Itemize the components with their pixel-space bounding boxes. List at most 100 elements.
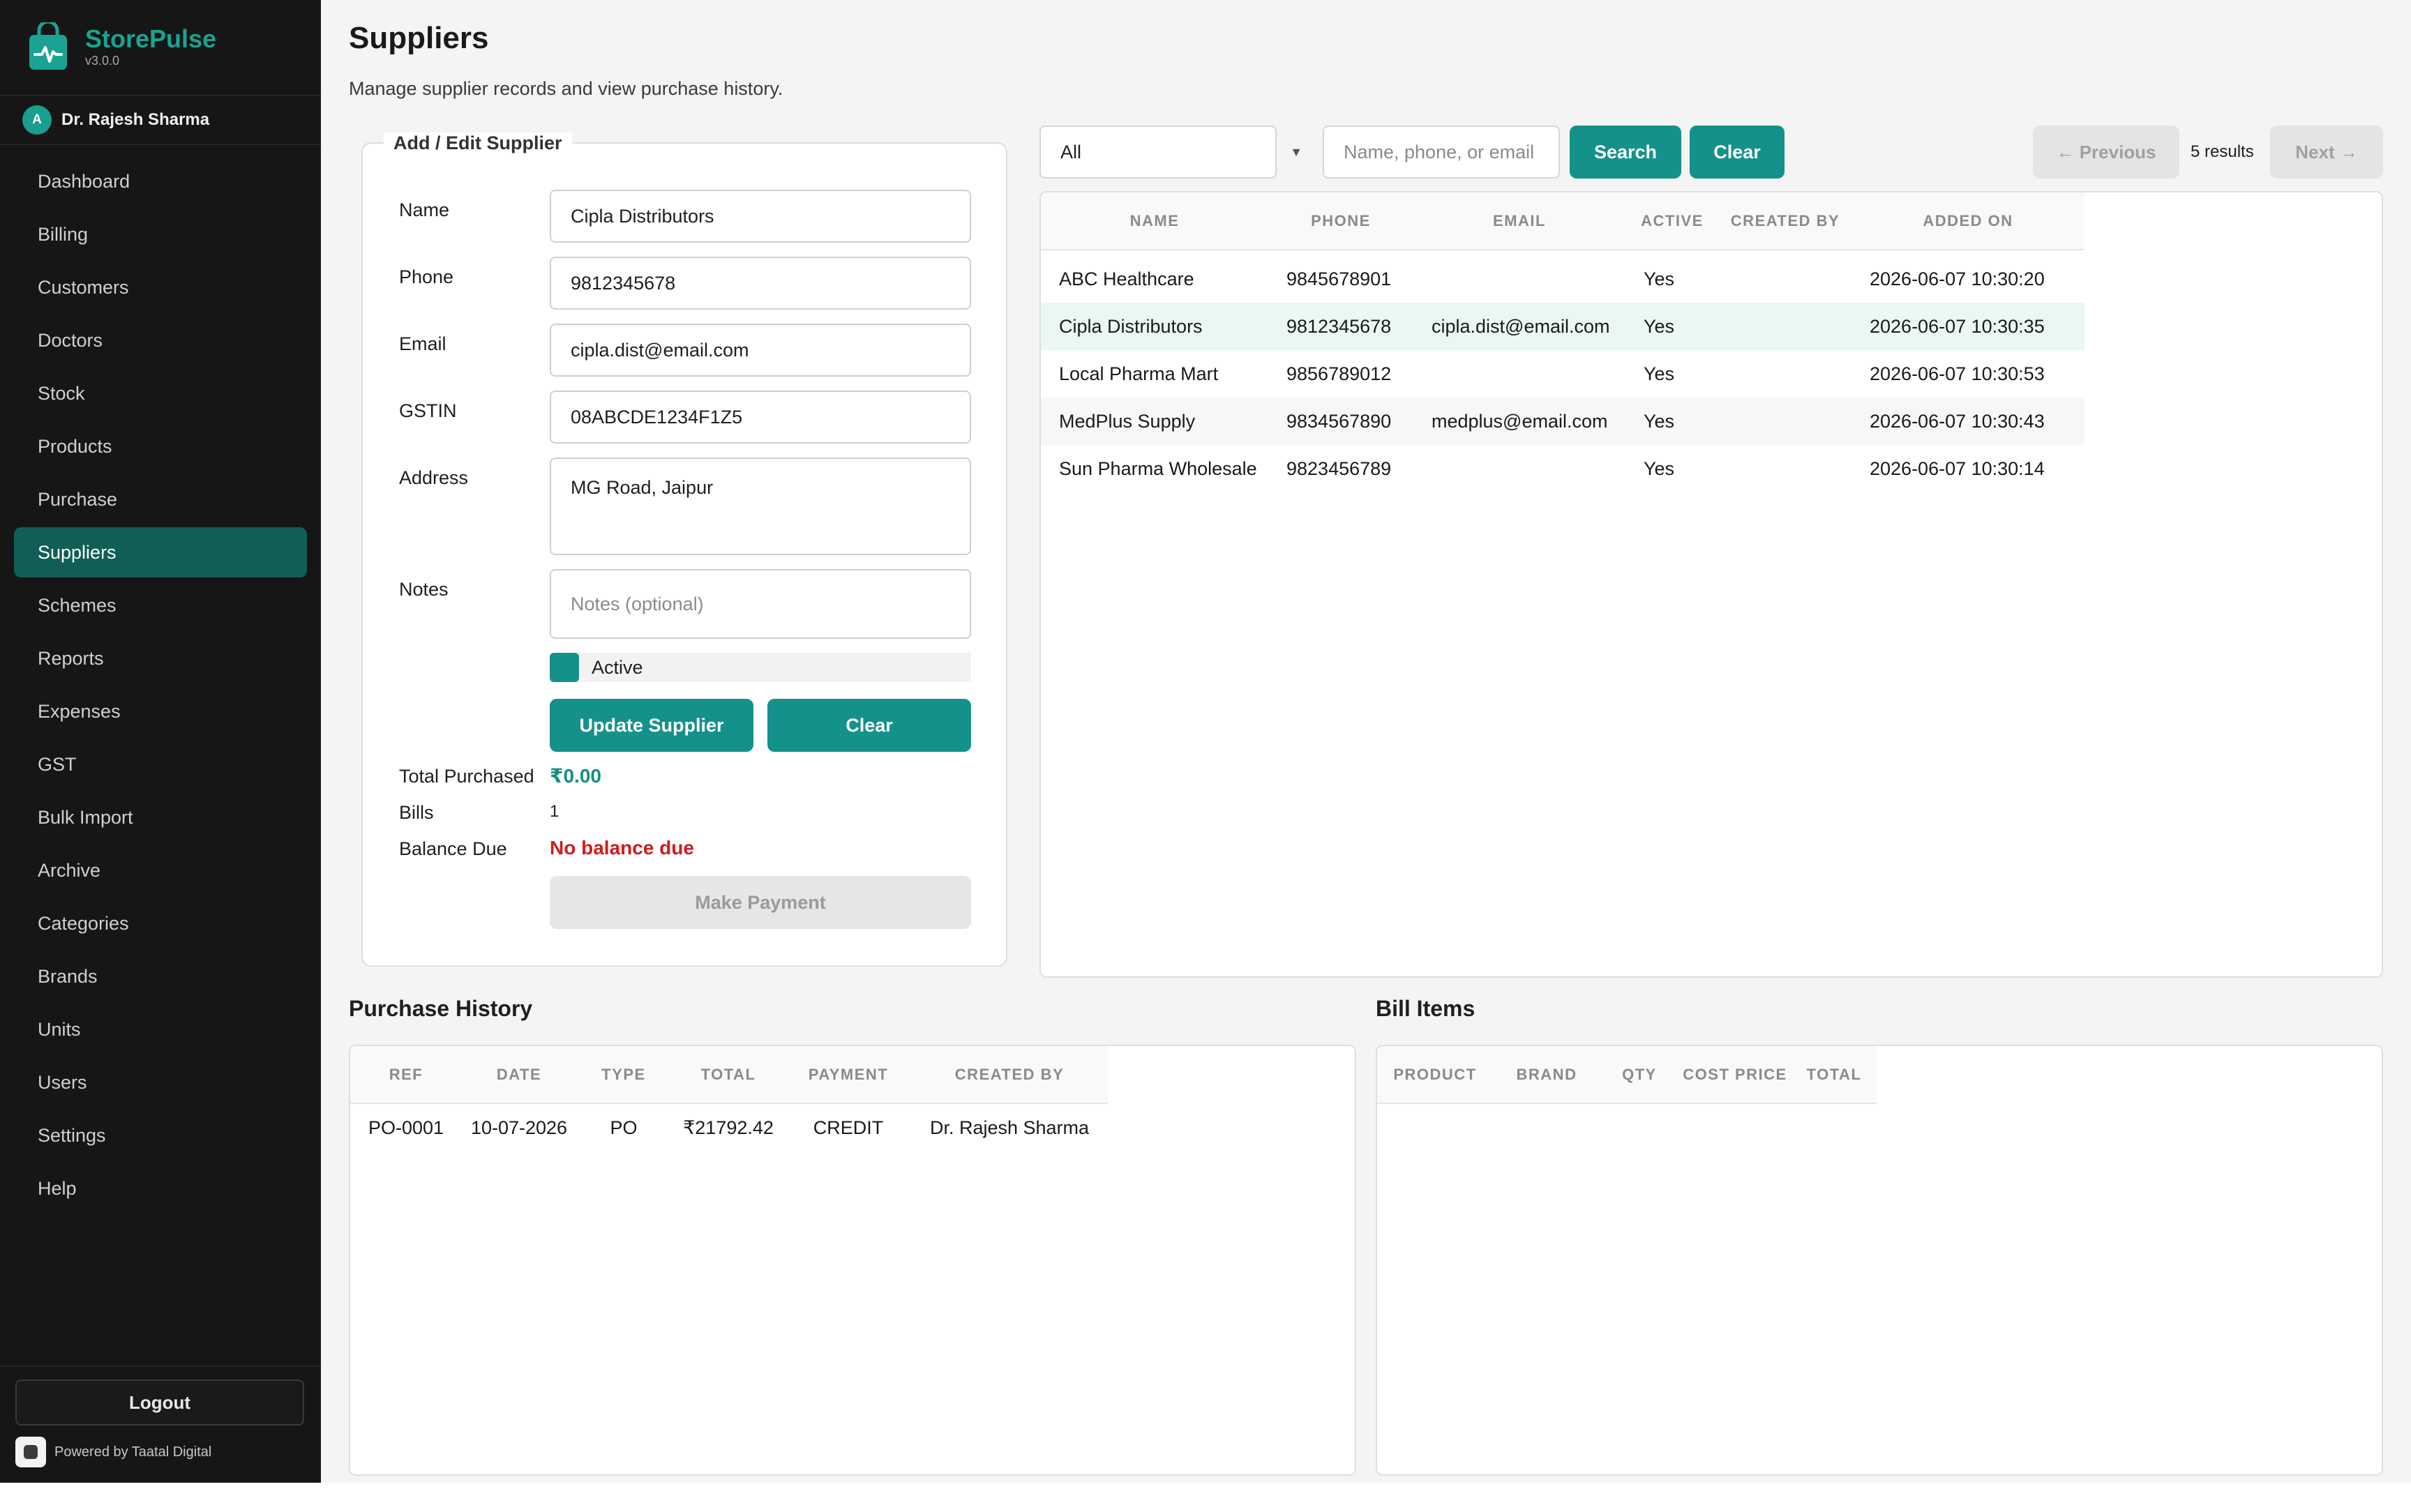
sidebar-item-products[interactable]: Products — [14, 421, 307, 471]
column-header-ref[interactable]: REF — [350, 1046, 462, 1104]
logout-button[interactable]: Logout — [15, 1379, 304, 1426]
column-header-added-on[interactable]: ADDED ON — [1852, 192, 2085, 250]
gstin-field[interactable]: 08ABCDE1234F1Z5 — [550, 391, 971, 444]
column-header-phone[interactable]: PHONE — [1268, 192, 1413, 250]
search-input[interactable]: Name, phone, or email — [1323, 126, 1560, 179]
column-header-payment[interactable]: PAYMENT — [786, 1046, 911, 1104]
column-header-total[interactable]: TOTAL — [671, 1046, 786, 1104]
supplier-email — [1413, 350, 1625, 398]
supplier-added-on: 2026-06-07 10:30:35 — [1852, 303, 2085, 350]
supplier-added-on: 2026-06-07 10:30:14 — [1870, 458, 2045, 479]
user-profile[interactable]: A Dr. Rajesh Sharma — [0, 95, 321, 145]
brand: StorePulse v3.0.0 — [28, 21, 216, 73]
supplier-email: cipla.dist@email.com — [1413, 303, 1625, 350]
clear-form-button[interactable]: Clear — [767, 699, 971, 752]
supplier-active: Yes — [1644, 268, 1675, 289]
table-row[interactable]: Sun Pharma Wholesale 9823456789 Yes 2026… — [1041, 445, 2085, 492]
name-field[interactable]: Cipla Distributors — [550, 190, 971, 243]
result-count: 5 results — [2191, 142, 2254, 161]
table-row-selected[interactable]: Cipla Distributors 9812345678 cipla.dist… — [1041, 303, 2085, 350]
column-header-type[interactable]: TYPE — [576, 1046, 671, 1104]
main-content: Suppliers Manage supplier records and vi… — [321, 0, 2411, 1483]
table-row[interactable]: MedPlus Supply 9834567890 medplus@email.… — [1041, 398, 2085, 445]
column-header-product[interactable]: PRODUCT — [1377, 1046, 1493, 1104]
sidebar-item-units[interactable]: Units — [14, 1004, 307, 1054]
supplier-form: Add / Edit Supplier Name Cipla Distribut… — [361, 133, 1007, 967]
active-toggle[interactable]: Active — [550, 653, 971, 682]
supplier-added-on: 2026-06-07 10:30:20 — [1870, 268, 2045, 289]
sidebar-item-categories[interactable]: Categories — [14, 898, 307, 948]
table-row[interactable]: PO-0001 10-07-2026 PO ₹21792.42 CREDIT D… — [350, 1103, 1108, 1152]
supplier-active: Yes — [1644, 363, 1675, 384]
column-header-created-by[interactable]: CREATED BY — [911, 1046, 1108, 1104]
bill-items-title: Bill Items — [1376, 996, 1475, 1021]
purchase-created-by: Dr. Rajesh Sharma — [929, 1117, 1090, 1138]
sidebar-item-settings[interactable]: Settings — [14, 1110, 307, 1161]
supplier-phone: 9845678901 — [1286, 268, 1392, 289]
shopping-bag-pulse-icon — [29, 22, 67, 70]
supplier-phone: 9834567890 — [1268, 398, 1413, 445]
supplier-name: Sun Pharma Wholesale — [1059, 458, 1257, 479]
table-row[interactable]: ABC Healthcare 9845678901 Yes 2026-06-07… — [1041, 255, 2085, 303]
supplier-phone: 9812345678 — [1268, 303, 1413, 350]
sidebar-item-stock[interactable]: Stock — [14, 368, 307, 418]
sidebar-item-users[interactable]: Users — [14, 1057, 307, 1107]
balance-due-value: No balance due — [550, 837, 694, 859]
sidebar-item-archive[interactable]: Archive — [14, 845, 307, 895]
update-supplier-button[interactable]: Update Supplier — [550, 699, 753, 752]
sidebar-item-dashboard[interactable]: Dashboard — [14, 156, 307, 206]
next-page-button[interactable]: Next → — [2270, 126, 2383, 179]
purchase-ref: PO-0001 — [368, 1117, 444, 1138]
sidebar-item-brands[interactable]: Brands — [14, 951, 307, 1001]
previous-page-button[interactable]: ← Previous — [2033, 126, 2179, 179]
table-header-row: NAME PHONE EMAIL ACTIVE CREATED BY ADDED… — [1041, 192, 2085, 250]
chevron-down-icon[interactable]: ▼ — [1289, 142, 1303, 162]
phone-field[interactable]: 9812345678 — [550, 257, 971, 310]
column-header-created-by[interactable]: CREATED BY — [1719, 192, 1852, 250]
sidebar-footer: Logout Powered by Taatal Digital — [0, 1366, 321, 1467]
status-filter-select[interactable]: All — [1039, 126, 1277, 179]
email-field[interactable]: cipla.dist@email.com — [550, 324, 971, 377]
address-field[interactable]: MG Road, Jaipur — [550, 458, 971, 555]
sidebar-item-bulk-import[interactable]: Bulk Import — [14, 792, 307, 842]
column-header-date[interactable]: DATE — [462, 1046, 576, 1104]
supplier-active: Yes — [1625, 398, 1719, 445]
sidebar-item-schemes[interactable]: Schemes — [14, 580, 307, 630]
column-header-total[interactable]: TOTAL — [1792, 1046, 1877, 1104]
column-header-cost-price[interactable]: COST PRICE — [1678, 1046, 1792, 1104]
notes-field[interactable]: Notes (optional) — [550, 569, 971, 639]
supplier-active: Yes — [1625, 303, 1719, 350]
column-header-qty[interactable]: QTY — [1600, 1046, 1678, 1104]
make-payment-button[interactable]: Make Payment — [550, 876, 971, 929]
search-button[interactable]: Search — [1570, 126, 1681, 179]
sidebar-item-customers[interactable]: Customers — [14, 262, 307, 312]
supplier-created-by — [1719, 350, 1852, 398]
sidebar-item-billing[interactable]: Billing — [14, 209, 307, 259]
vendor-logo-icon — [15, 1437, 46, 1467]
sidebar-item-help[interactable]: Help — [14, 1163, 307, 1214]
column-header-brand[interactable]: BRAND — [1493, 1046, 1600, 1104]
form-legend: Add / Edit Supplier — [384, 133, 572, 154]
sidebar-item-gst[interactable]: GST — [14, 739, 307, 789]
sidebar-item-expenses[interactable]: Expenses — [14, 686, 307, 736]
supplier-created-by — [1719, 303, 1852, 350]
sidebar-item-purchase[interactable]: Purchase — [14, 474, 307, 524]
clear-search-button[interactable]: Clear — [1690, 126, 1785, 179]
table-row[interactable]: Local Pharma Mart 9856789012 Yes 2026-06… — [1041, 350, 2085, 398]
purchase-type: PO — [610, 1117, 638, 1138]
sidebar-item-doctors[interactable]: Doctors — [14, 315, 307, 365]
column-header-email[interactable]: EMAIL — [1413, 192, 1625, 250]
bill-items-card: PRODUCT BRAND QTY COST PRICE TOTAL — [1376, 1045, 2383, 1476]
name-label: Name — [399, 199, 450, 220]
app-window: StorePulse v3.0.0 A Dr. Rajesh Sharma Da… — [0, 0, 2411, 1483]
supplier-created-by — [1719, 445, 1852, 492]
column-header-active[interactable]: ACTIVE — [1625, 192, 1719, 250]
bills-value: 1 — [550, 802, 559, 821]
column-header-name[interactable]: NAME — [1041, 192, 1268, 250]
active-checkbox[interactable] — [550, 653, 579, 682]
supplier-table: NAME PHONE EMAIL ACTIVE CREATED BY ADDED… — [1041, 192, 2085, 492]
total-purchased-label: Total Purchased — [399, 766, 534, 787]
gstin-label: GSTIN — [399, 400, 457, 421]
sidebar-item-suppliers[interactable]: Suppliers — [14, 527, 307, 577]
sidebar-item-reports[interactable]: Reports — [14, 633, 307, 683]
